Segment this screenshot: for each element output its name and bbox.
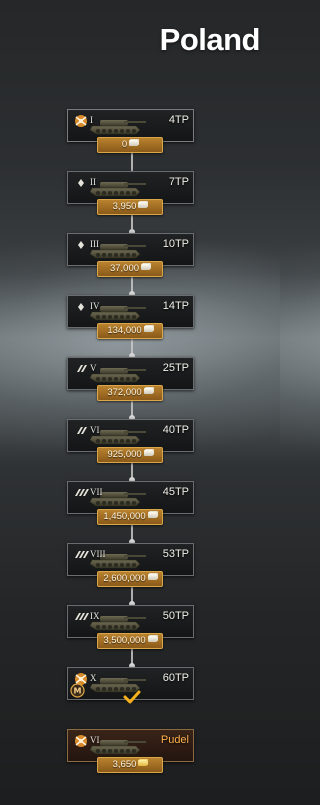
experience-icon: [143, 388, 153, 395]
research-price-button[interactable]: 925,000: [97, 447, 163, 463]
mastery-badge-icon: M: [70, 683, 85, 698]
tank-name: 7TP: [168, 176, 189, 188]
experience-icon: [147, 512, 157, 519]
crossed-swords-emblem-icon: [71, 114, 91, 128]
experience-icon: [143, 450, 153, 457]
medium-tank-icon: [71, 424, 91, 438]
experience-icon: [143, 326, 153, 333]
light-tank-icon: [71, 176, 91, 190]
tank-name: 60TP: [162, 672, 189, 684]
heavy-tank-icon: [71, 610, 91, 624]
research-price-button[interactable]: 2,600,000: [97, 571, 163, 587]
tank-node[interactable]: VIII 53TP 2,600,000: [67, 543, 194, 587]
tree-connector: [131, 215, 133, 234]
light-tank-icon: [71, 238, 91, 252]
tank-name: 53TP: [162, 548, 189, 560]
research-price-button[interactable]: 0: [97, 137, 163, 153]
tank-tier: X: [90, 673, 97, 683]
tank-tier: VIII: [90, 549, 106, 559]
crossed-swords-emblem-icon: [71, 734, 91, 748]
tank-tier: V: [90, 363, 97, 373]
research-price-button[interactable]: 37,000: [97, 261, 163, 277]
tank-node[interactable]: VI Pudel 3,650: [67, 729, 194, 773]
experience-icon: [141, 264, 151, 271]
tank-node[interactable]: IX 50TP 3,500,000: [67, 605, 194, 649]
tank-node[interactable]: VII 45TP 1,450,000: [67, 481, 194, 525]
tank-node[interactable]: VI 40TP 925,000: [67, 419, 194, 463]
tank-tier: III: [90, 239, 99, 249]
experience-icon: [147, 574, 157, 581]
credits-icon: [138, 760, 148, 767]
research-price-button[interactable]: 3,500,000: [97, 633, 163, 649]
tank-tier: VI: [90, 425, 100, 435]
nation-title: Poland: [159, 22, 261, 57]
price-value: 2,600,000: [103, 573, 146, 584]
tank-name: 25TP: [162, 362, 189, 374]
price-value: 3,950: [112, 201, 137, 212]
tank-node[interactable]: X 60TP M: [67, 667, 194, 704]
tank-name: Pudel: [160, 734, 189, 746]
price-value: 37,000: [109, 263, 140, 274]
tank-tier: II: [90, 177, 96, 187]
light-tank-icon: [71, 300, 91, 314]
checkmark-icon: [123, 690, 141, 704]
price-value: 372,000: [107, 387, 142, 398]
tank-tier: IV: [90, 301, 100, 311]
tree-connector: [131, 153, 133, 172]
tank-node[interactable]: III 10TP 37,000: [67, 233, 194, 277]
heavy-tank-icon: [71, 548, 91, 562]
tank-name: 40TP: [162, 424, 189, 436]
tank-node[interactable]: V 25TP 372,000: [67, 357, 194, 401]
tank-node[interactable]: II 7TP 3,950: [67, 171, 194, 215]
research-price-button[interactable]: 372,000: [97, 385, 163, 401]
tank-name: 45TP: [162, 486, 189, 498]
tank-node[interactable]: IV 14TP 134,000: [67, 295, 194, 339]
experience-icon: [129, 140, 139, 147]
experience-icon: [138, 202, 148, 209]
price-value: 134,000: [107, 325, 142, 336]
price-value: 3,500,000: [103, 635, 146, 646]
tank-name: 10TP: [162, 238, 189, 250]
tank-name: 4TP: [168, 114, 189, 126]
purchase-price-button[interactable]: 3,650: [97, 757, 163, 773]
tank-name: 50TP: [162, 610, 189, 622]
medium-tank-icon: [71, 362, 91, 376]
research-price-button[interactable]: 1,450,000: [97, 509, 163, 525]
svg-text:M: M: [74, 687, 82, 696]
price-value: 1,450,000: [103, 511, 146, 522]
research-price-button[interactable]: 134,000: [97, 323, 163, 339]
experience-icon: [147, 636, 157, 643]
tank-node[interactable]: I 4TP 0: [67, 109, 194, 153]
price-value: 0: [121, 139, 128, 150]
research-price-button[interactable]: 3,950: [97, 199, 163, 215]
tank-tier: VI: [90, 735, 100, 745]
tank-image: [86, 112, 150, 138]
price-value: 3,650: [112, 759, 137, 770]
tank-tier: I: [90, 115, 93, 125]
tank-tier: VII: [90, 487, 103, 497]
tank-name: 14TP: [162, 300, 189, 312]
price-value: 925,000: [107, 449, 142, 460]
heavy-tank-icon: [71, 486, 91, 500]
tank-tier: IX: [90, 611, 100, 621]
